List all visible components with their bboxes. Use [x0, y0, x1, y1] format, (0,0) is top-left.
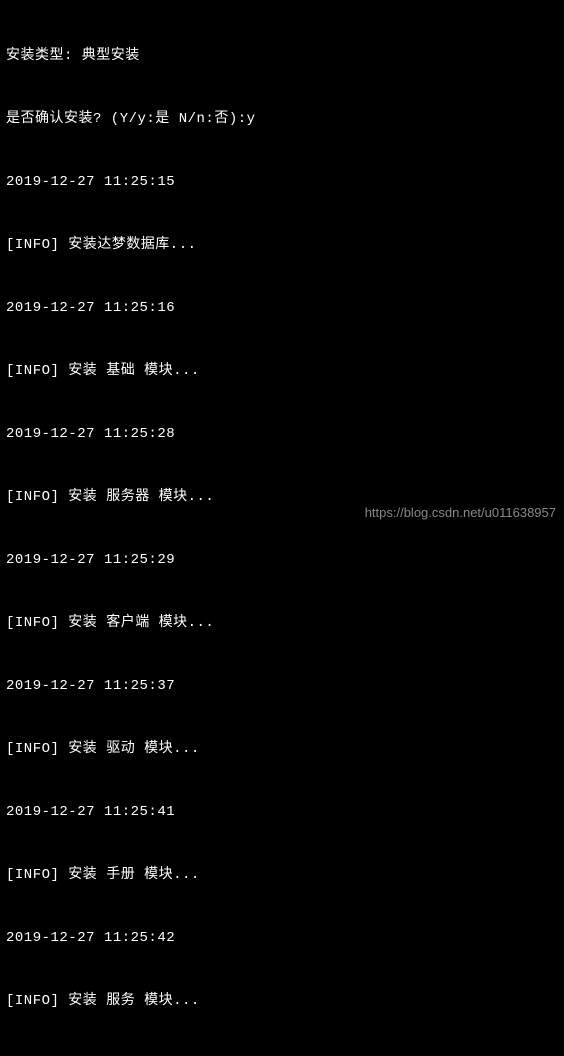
- output-line: [INFO] 安装 手册 模块...: [6, 865, 558, 886]
- output-line: 2019-12-27 11:25:41: [6, 802, 558, 823]
- output-line: 安装类型: 典型安装: [6, 46, 558, 67]
- output-line: [INFO] 安装达梦数据库...: [6, 235, 558, 256]
- output-line: [INFO] 安装 客户端 模块...: [6, 613, 558, 634]
- output-line: 是否确认安装? (Y/y:是 N/n:否):y: [6, 109, 558, 130]
- output-line: [INFO] 安装 服务 模块...: [6, 991, 558, 1012]
- output-line: 2019-12-27 11:25:37: [6, 676, 558, 697]
- watermark-text: https://blog.csdn.net/u011638957: [365, 503, 556, 523]
- output-line: 2019-12-27 11:25:44: [6, 1054, 558, 1056]
- output-line: 2019-12-27 11:25:28: [6, 424, 558, 445]
- output-line: [INFO] 安装 基础 模块...: [6, 361, 558, 382]
- output-line: 2019-12-27 11:25:15: [6, 172, 558, 193]
- output-line: [INFO] 安装 驱动 模块...: [6, 739, 558, 760]
- output-line: 2019-12-27 11:25:29: [6, 550, 558, 571]
- output-line: 2019-12-27 11:25:42: [6, 928, 558, 949]
- output-line: 2019-12-27 11:25:16: [6, 298, 558, 319]
- terminal-output[interactable]: 安装类型: 典型安装 是否确认安装? (Y/y:是 N/n:否):y 2019-…: [0, 0, 564, 1056]
